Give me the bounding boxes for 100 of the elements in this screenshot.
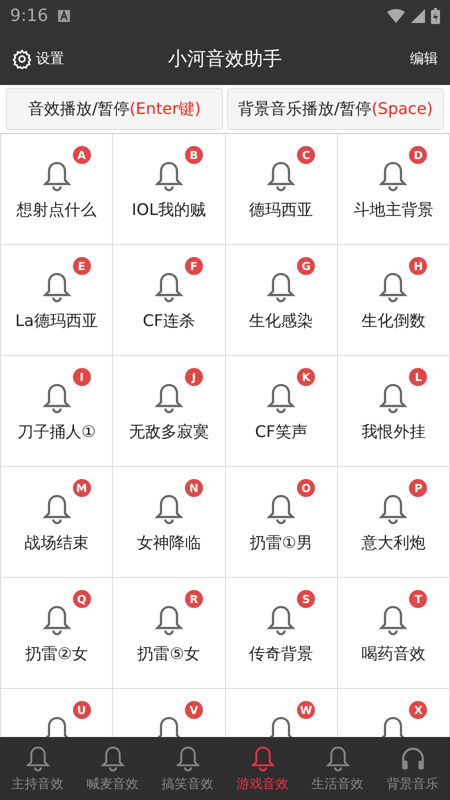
sound-tile[interactable]: H 生化倒数 — [338, 245, 450, 356]
bell-icon — [324, 744, 350, 772]
sound-label: 意大利炮 — [361, 533, 426, 554]
shortcut-badge: G — [297, 257, 316, 275]
sound-tile[interactable]: A 想射点什么 — [1, 134, 114, 245]
settings-icon — [12, 48, 32, 68]
bell-icon — [154, 271, 184, 303]
bell-icon — [266, 382, 296, 414]
bell-icon — [100, 744, 126, 772]
bell-icon — [250, 744, 276, 772]
shortcut-badge: X — [409, 701, 428, 719]
bell-icon — [266, 160, 296, 192]
signal-icon — [411, 9, 425, 23]
sound-label: 扔雷②女 — [25, 644, 88, 665]
shortcut-badge: V — [184, 701, 203, 719]
sound-tile[interactable]: I 刀子捅人① — [1, 356, 114, 467]
sound-tile[interactable]: F CF连杀 — [113, 245, 226, 356]
shortcut-badge: W — [297, 701, 316, 719]
bell-icon — [24, 744, 50, 772]
sound-tile[interactable]: O 扔雷①男 — [226, 467, 338, 578]
bell-icon — [42, 382, 72, 414]
bell-icon — [266, 604, 296, 636]
nav-tab[interactable]: 主持音效 — [0, 737, 75, 800]
play-pause-button[interactable]: 音效播放/暂停(Enter键) — [6, 88, 223, 130]
shortcut-badge: K — [297, 368, 316, 386]
bell-icon — [174, 744, 200, 772]
sound-label: 想射点什么 — [16, 200, 97, 221]
bell-icon — [42, 604, 72, 636]
sound-label: CF笑声 — [254, 422, 308, 443]
sound-tile[interactable]: C 德玛西亚 — [226, 134, 338, 245]
bell-icon — [154, 160, 184, 192]
shortcut-badge: C — [297, 146, 316, 164]
shortcut-badge: J — [184, 368, 203, 386]
sound-label: IOL我的贼 — [132, 200, 206, 221]
shortcut-badge: R — [184, 590, 203, 608]
shortcut-badge: S — [297, 590, 316, 608]
nav-tab[interactable]: 喊麦音效 — [75, 737, 150, 800]
edit-button[interactable]: 编辑 — [410, 50, 438, 68]
battery-icon — [431, 8, 440, 24]
sound-tile[interactable]: M 战场结束 — [1, 467, 114, 578]
sound-label: 扔雷⑤女 — [138, 644, 200, 665]
nav-tab[interactable]: 生活音效 — [300, 737, 375, 800]
sound-label: 刀子捅人① — [17, 422, 96, 443]
sound-tile[interactable]: D 斗地主背景 — [338, 134, 450, 245]
bell-icon — [378, 604, 408, 636]
sound-label: 我恨外挂 — [361, 422, 426, 443]
wifi-icon — [387, 9, 405, 23]
bell-icon — [378, 271, 408, 303]
sound-tile[interactable]: L 我恨外挂 — [338, 356, 450, 467]
shortcut-badge: D — [409, 146, 428, 164]
app-title: 小河音效助手 — [168, 48, 282, 70]
shortcut-badge: B — [184, 146, 203, 164]
bell-icon — [266, 493, 296, 525]
sound-tile[interactable]: T 喝药音效 — [338, 578, 450, 689]
sound-tile[interactable]: Q 扔雷②女 — [1, 578, 114, 689]
headphones-icon — [400, 744, 426, 772]
shortcut-badge: H — [409, 257, 428, 275]
sound-tile[interactable]: J 无敌多寂寞 — [113, 356, 226, 467]
sound-label: 生化感染 — [249, 311, 314, 332]
bell-icon — [266, 271, 296, 303]
notification-icon — [58, 10, 70, 22]
sound-label: 战场结束 — [24, 533, 89, 554]
play-pause-button[interactable]: 背景音乐播放/暂停(Space) — [227, 88, 444, 130]
sound-tile[interactable]: G 生化感染 — [226, 245, 338, 356]
settings-button[interactable]: 设置 — [12, 48, 64, 68]
bell-icon — [154, 493, 184, 525]
shortcut-badge: F — [184, 257, 203, 275]
bell-icon — [154, 382, 184, 414]
bell-icon — [154, 604, 184, 636]
shortcut-badge: P — [409, 479, 428, 497]
shortcut-badge: T — [409, 590, 428, 608]
bell-icon — [42, 160, 72, 192]
sound-tile[interactable]: B IOL我的贼 — [113, 134, 226, 245]
sound-label: 传奇背景 — [249, 644, 314, 665]
clock: 9:16 — [10, 6, 48, 26]
shortcut-badge: I — [72, 368, 91, 386]
bell-icon — [42, 493, 72, 525]
sound-tile[interactable]: E La德玛西亚 — [1, 245, 114, 356]
sound-tile[interactable]: R 扔雷⑤女 — [113, 578, 226, 689]
shortcut-badge: Q — [72, 590, 91, 608]
nav-tab[interactable]: 背景音乐 — [375, 737, 450, 800]
shortcut-badge: L — [409, 368, 428, 386]
sound-label: 生化倒数 — [361, 311, 426, 332]
sound-label: La德玛西亚 — [15, 311, 98, 332]
bell-icon — [378, 160, 408, 192]
sound-label: CF连杀 — [142, 311, 196, 332]
shortcut-badge: E — [72, 257, 91, 275]
shortcut-badge: M — [72, 479, 91, 497]
sound-tile[interactable]: N 女神降临 — [113, 467, 226, 578]
sound-label: 德玛西亚 — [249, 200, 314, 221]
sound-label: 斗地主背景 — [353, 200, 434, 221]
sound-tile[interactable]: P 意大利炮 — [338, 467, 450, 578]
sound-tile[interactable]: K CF笑声 — [226, 356, 338, 467]
sound-tile[interactable]: S 传奇背景 — [226, 578, 338, 689]
bell-icon — [378, 493, 408, 525]
bell-icon — [42, 271, 72, 303]
nav-tab[interactable]: 搞笑音效 — [150, 737, 225, 800]
sound-label: 扔雷①男 — [250, 533, 312, 554]
shortcut-badge: O — [297, 479, 316, 497]
sound-label: 喝药音效 — [361, 644, 426, 665]
